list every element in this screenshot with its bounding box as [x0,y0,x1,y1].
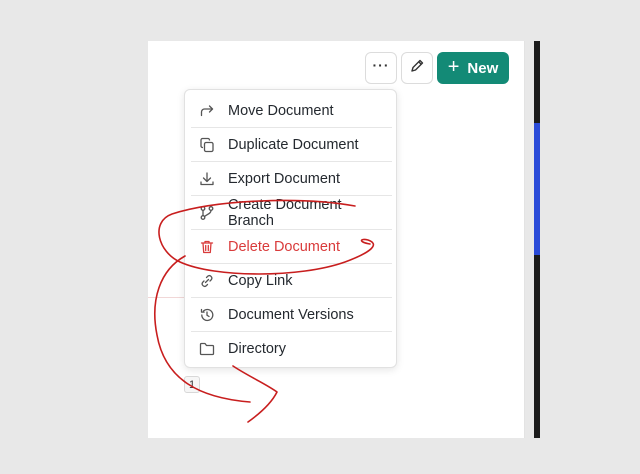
menu-item-move-document[interactable]: Move Document [191,94,391,128]
document-actions-menu: Move Document Duplicate Document Export … [184,89,397,368]
new-button-label: New [467,59,499,77]
menu-item-document-versions[interactable]: Document Versions [191,298,391,332]
branch-icon [198,204,216,222]
more-icon: ··· [372,57,390,73]
folder-icon [198,340,216,358]
menu-item-directory[interactable]: Directory [191,332,391,366]
menu-item-label: Directory [228,341,287,357]
download-icon [198,170,216,188]
menu-item-copy-link[interactable]: Copy Link [191,264,391,298]
new-button[interactable]: + New [437,52,509,84]
edit-button[interactable] [401,52,433,84]
menu-item-create-document-branch[interactable]: Create Document Branch [191,196,391,230]
plus-icon: + [447,56,460,78]
divider [148,297,186,298]
menu-item-label: Export Document [228,171,341,187]
menu-item-label: Document Versions [228,307,354,323]
menu-item-export-document[interactable]: Export Document [191,162,391,196]
trash-icon [198,238,216,256]
link-icon [198,272,216,290]
history-icon [198,306,216,324]
menu-item-label: Duplicate Document [228,137,359,153]
pencil-icon [409,58,425,79]
menu-item-delete-document[interactable]: Delete Document [191,230,391,264]
menu-item-label: Delete Document [228,239,341,255]
menu-item-label: Copy Link [228,273,293,289]
duplicate-icon [198,136,216,154]
menu-item-label: Move Document [228,103,334,119]
menu-item-label: Create Document Branch [227,197,342,229]
menu-item-duplicate-document[interactable]: Duplicate Document [191,128,391,162]
panel-divider [524,41,525,438]
scrollbar-thumb[interactable] [534,123,540,255]
page-number[interactable]: 1 [184,376,200,393]
more-options-button[interactable]: ··· [365,52,397,84]
move-arrow-icon [198,102,216,120]
side-scrollbar[interactable] [534,41,540,438]
